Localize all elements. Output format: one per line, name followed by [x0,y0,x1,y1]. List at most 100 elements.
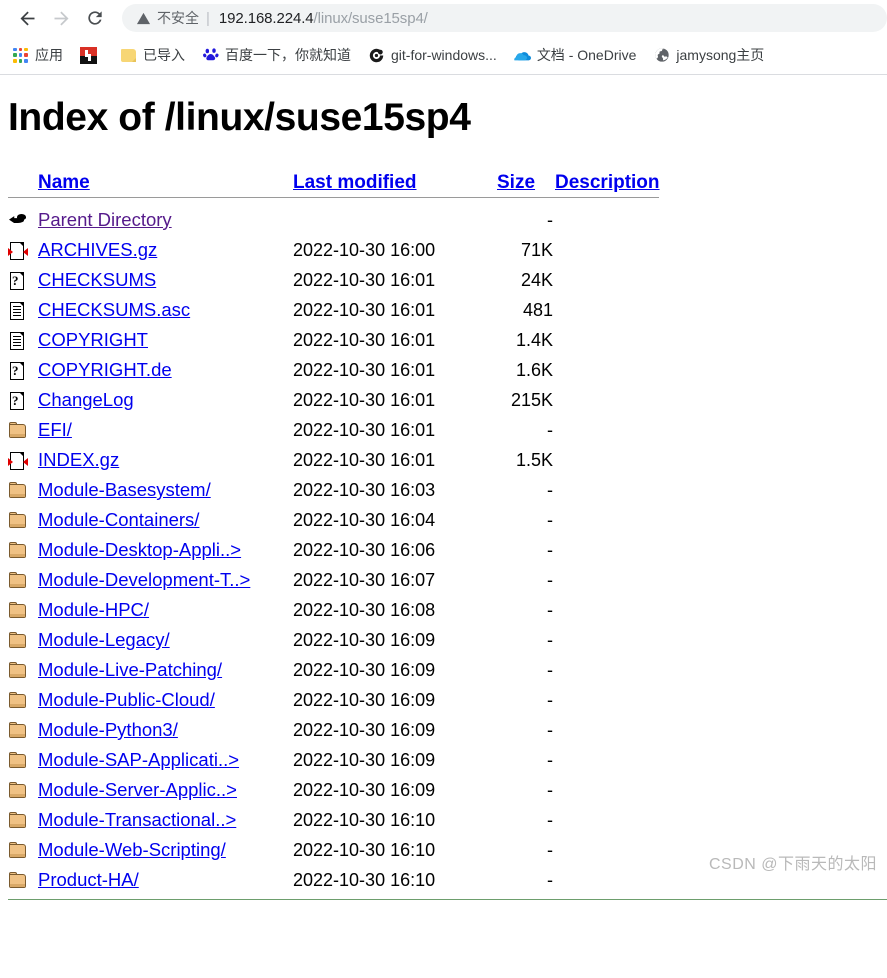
browser-window: 不安全 | 192.168.224.4/linux/suse15sp4/ 应用 [0,0,887,978]
bookmark-lenovo[interactable] [80,46,103,64]
row-size-cell: - [547,510,553,530]
row-size-cell: - [547,600,553,620]
globe-icon [653,47,670,64]
folder-icon [8,810,28,832]
address-bar[interactable]: 不安全 | 192.168.224.4/linux/suse15sp4/ [122,4,887,32]
row-description-cell [555,775,660,805]
page-title: Index of /linux/suse15sp4 [8,96,471,139]
csdn-watermark: CSDN @下雨天的太阳 [708,856,877,873]
file-link[interactable]: Module-SAP-Applicati..> [38,749,239,770]
file-link[interactable]: CHECKSUMS.asc [38,299,190,320]
back-button[interactable] [10,1,44,35]
directory-rows: Parent Directory - ARCHIVES.gz 2022-10-30 1… [8,205,660,895]
file-link[interactable]: CHECKSUMS [38,269,156,290]
row-size-cell: - [547,630,553,650]
bookmark-label: jamysong主页 [676,47,765,63]
file-link[interactable]: COPYRIGHT [38,329,148,350]
file-link[interactable]: Module-Server-Applic..> [38,779,237,800]
bookmark-label: 应用 [35,47,63,63]
url-path: /linux/suse15sp4/ [313,9,428,27]
sort-by-description-link[interactable]: Description [555,172,660,193]
row-size-cell: - [547,780,553,800]
folder-icon [8,780,28,802]
row-icon-cell: ? [8,385,38,415]
table-row: Module-Desktop-Appli..> 2022-10-30 16:06 - [8,535,660,565]
bookmark-onedrive[interactable]: 文档 - OneDrive [514,45,636,65]
row-name-cell: Module-Desktop-Appli..> [38,535,293,565]
file-link[interactable]: INDEX.gz [38,449,119,470]
row-name-cell: COPYRIGHT [38,325,293,355]
forward-arrow-icon [54,11,68,25]
file-link[interactable]: Module-Development-T..> [38,569,250,590]
row-description-cell [555,505,660,535]
row-description-cell [555,835,660,865]
row-date-cell: 2022-10-30 16:01 [293,330,436,350]
table-row: Module-Legacy/2022-10-30 16:09 - [8,625,660,655]
file-link[interactable]: Module-Basesystem/ [38,479,211,500]
file-link[interactable]: Module-Live-Patching/ [38,659,222,680]
row-description-cell [555,355,660,385]
bottom-horizontal-rule [8,899,887,900]
row-size-cell: 24K [520,270,553,290]
file-link[interactable]: Product-HA/ [38,869,139,890]
reload-button[interactable] [78,1,112,35]
file-link[interactable]: Module-Public-Cloud/ [38,689,215,710]
table-row: Module-Python3/2022-10-30 16:09 - [8,715,660,745]
sort-by-date-link[interactable]: Last modified [293,172,417,193]
row-icon-cell: ? [8,265,38,295]
table-row: INDEX.gz 2022-10-30 16:01 1.5K [8,445,660,475]
browser-chrome: 不安全 | 192.168.224.4/linux/suse15sp4/ 应用 [0,0,887,76]
table-row: EFI/2022-10-30 16:01 - [8,415,660,445]
row-icon-cell [8,715,38,745]
back-arrow-icon [20,11,34,25]
file-link[interactable]: ARCHIVES.gz [38,239,157,260]
row-size-cell: 1.5K [515,450,553,470]
bookmark-label: git-for-windows... [391,47,497,63]
file-link[interactable]: Parent Directory [38,209,172,230]
file-link[interactable]: EFI/ [38,419,72,440]
bookmark-apps[interactable]: 应用 [12,45,63,65]
header-icon-cell [8,171,38,194]
row-icon-cell [8,505,38,535]
bookmark-imported[interactable]: 已导入 [120,45,185,65]
bookmark-jamysong-home[interactable]: jamysong主页 [653,45,764,65]
row-date-cell: 2022-10-30 16:01 [293,300,436,320]
file-link[interactable]: ChangeLog [38,389,134,410]
row-size-cell: - [547,690,553,710]
row-icon-cell: ? [8,355,38,385]
bookmark-git-for-windows[interactable]: git-for-windows... [368,47,497,64]
bookmark-label: 百度一下，你就知道 [225,47,351,63]
file-link[interactable]: Module-Containers/ [38,509,199,530]
row-name-cell: Module-Basesystem/ [38,475,293,505]
bookmark-baidu[interactable]: 百度一下，你就知道 [202,45,351,65]
file-link[interactable]: Module-Python3/ [38,719,178,740]
folder-icon [8,840,28,862]
row-icon-cell [8,235,38,265]
row-size-cell: - [547,420,553,440]
file-link[interactable]: Module-Legacy/ [38,629,170,650]
row-description-cell [555,715,660,745]
file-link[interactable]: COPYRIGHT.de [38,359,172,380]
url-host: 192.168.224.4 [218,9,314,27]
forward-button[interactable] [44,1,78,35]
chrome-separator [0,74,887,75]
table-header-row: Name Last modified Size Description [8,171,660,194]
row-icon-cell [8,595,38,625]
file-link[interactable]: Module-Transactional..> [38,809,236,830]
row-size-cell: - [547,750,553,770]
row-name-cell: Module-Python3/ [38,715,293,745]
table-row: Product-HA/2022-10-30 16:10 - [8,865,660,895]
sort-by-size-link[interactable]: Size [497,172,535,193]
file-link[interactable]: Module-HPC/ [38,599,149,620]
row-description-cell [555,445,660,475]
folder-icon [8,660,28,682]
row-description-cell [555,385,660,415]
file-link[interactable]: Module-Web-Scripting/ [38,839,226,860]
file-link[interactable]: Module-Desktop-Appli..> [38,539,241,560]
folder-icon [8,630,28,652]
sort-by-name-link[interactable]: Name [38,172,90,193]
table-row: ? COPYRIGHT.de 2022-10-30 16:01 1.6K [8,355,660,385]
folder-icon [8,690,28,712]
folder-icon [8,570,28,592]
row-description-cell [555,595,660,625]
